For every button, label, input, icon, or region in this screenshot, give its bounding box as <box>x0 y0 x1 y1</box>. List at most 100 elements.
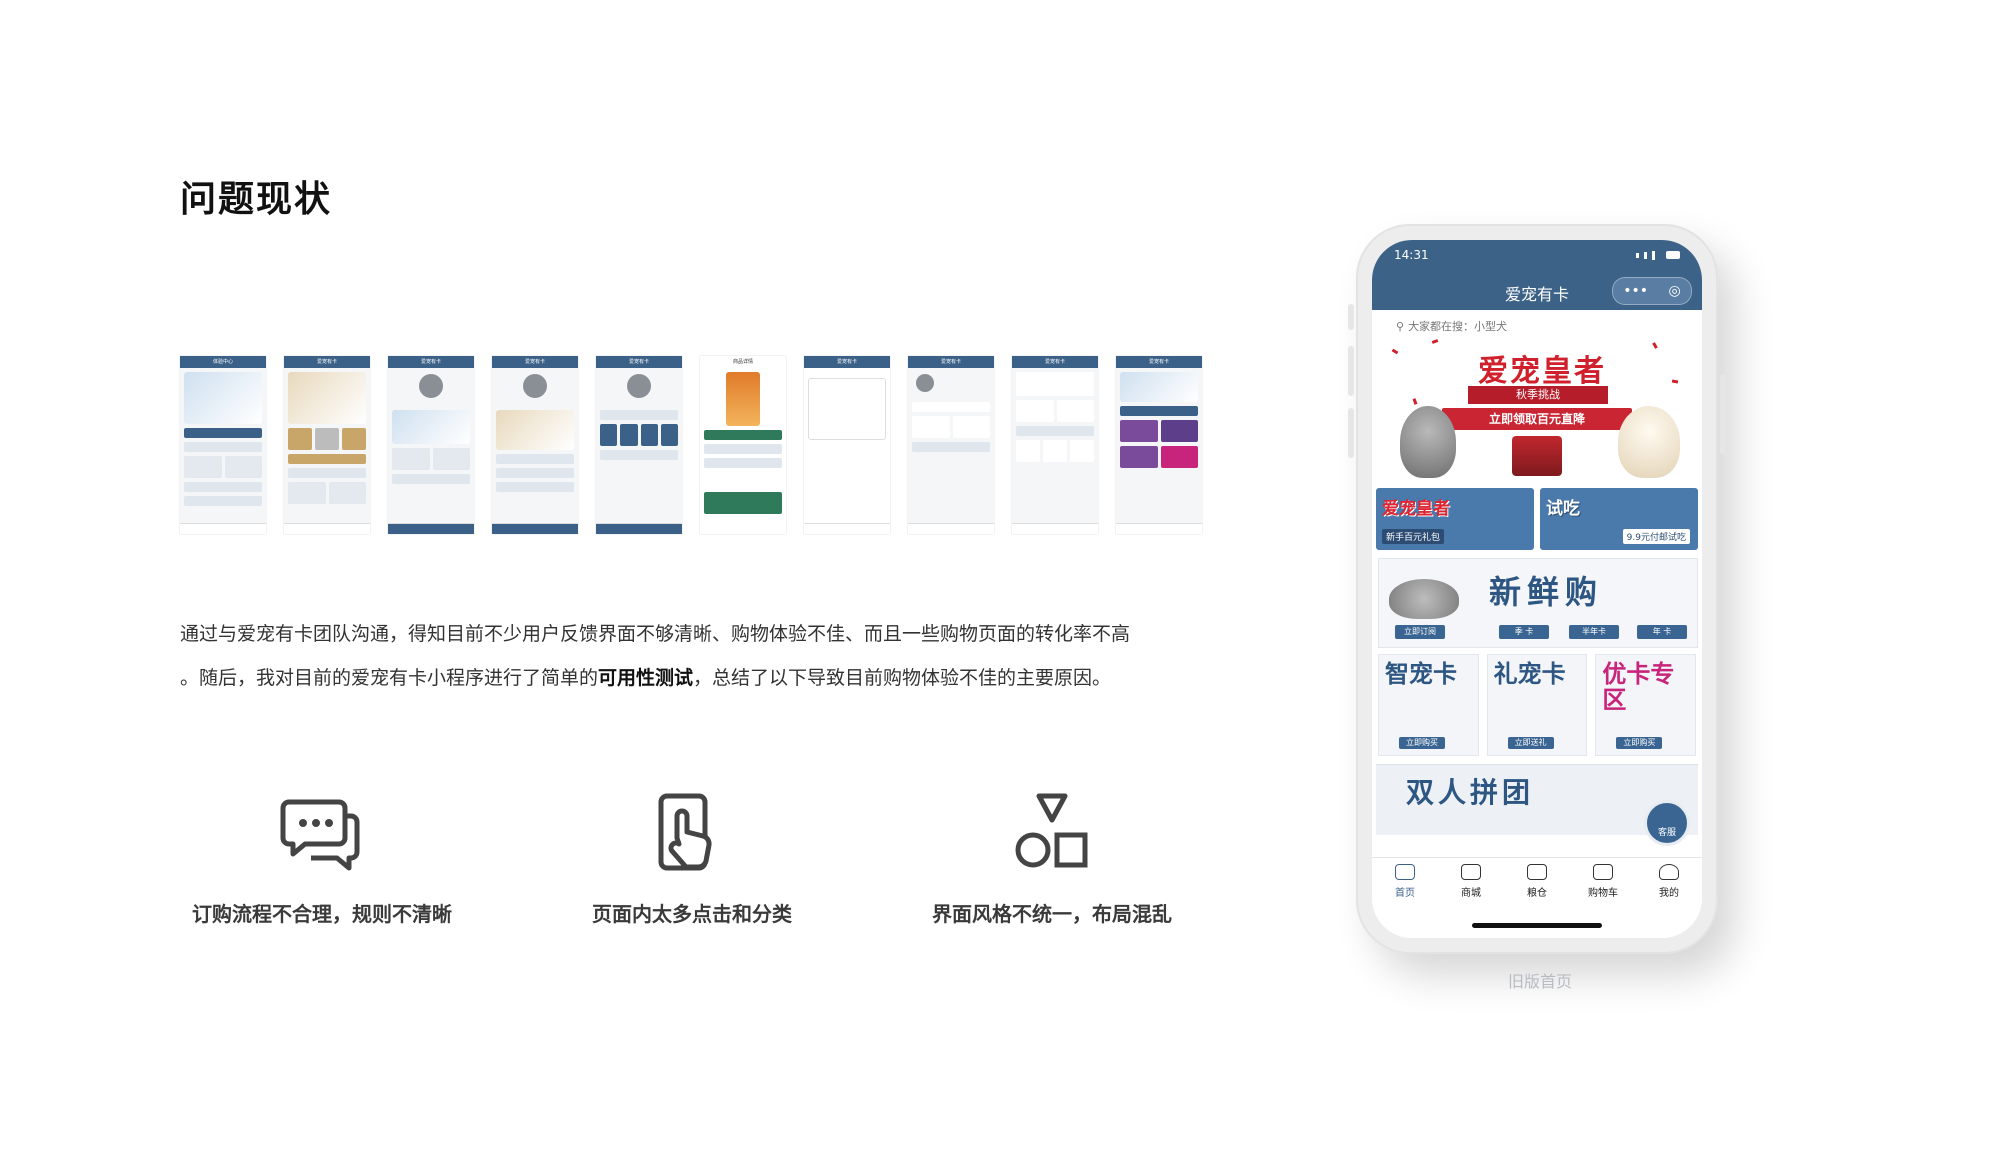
tab-label: 我的 <box>1659 888 1679 899</box>
thumbnail-title: 爱宠有卡 <box>940 359 961 365</box>
service-label: 客服 <box>1657 828 1676 838</box>
issue-label: 界面风格不统一，布局混乱 <box>932 902 1172 926</box>
cat-image <box>1389 579 1459 619</box>
thumbnail-title: 爱宠有卡 <box>1148 359 1169 365</box>
promo-tag: 9.9元付邮试吃 <box>1622 529 1690 544</box>
card-title: 礼宠卡 <box>1493 659 1566 688</box>
nav-bar: 爱宠有卡 ••• ◎ <box>1372 270 1702 310</box>
issue-ordering: 订购流程不合理，规则不清晰 <box>162 788 482 927</box>
app-screen: 14:31 爱宠有卡 ••• ◎ ⚲ 大家都在搜：小型犬 爱宠皇者 秋季挑战 立… <box>1372 240 1702 938</box>
description-suffix: ，总结了以下导致目前购物体验不佳的主要原因。 <box>693 667 1112 689</box>
problem-description: 通过与爱宠有卡团队沟通，得知目前不少用户反馈界面不够清晰、购物体验不佳、而且一些… <box>180 612 1210 700</box>
thumbnail: 爱宠有卡 <box>388 356 474 534</box>
tap-hand-icon <box>658 793 712 871</box>
home-icon <box>1395 864 1415 880</box>
description-prefix: 。随后，我对目前的爱宠有卡小程序进行了简单的 <box>180 667 599 689</box>
card-row: 智宠卡 立即购买 礼宠卡 立即送礼 优卡专区 立即购买 <box>1378 654 1697 756</box>
tab-label: 购物车 <box>1588 888 1618 899</box>
thumbnail: 商品详情 <box>700 356 786 534</box>
tab-cart[interactable]: 购物车 <box>1578 864 1628 899</box>
cat-image <box>1400 406 1456 478</box>
close-icon[interactable]: ◎ <box>1669 283 1681 299</box>
user-icon <box>1659 864 1679 880</box>
cart-icon <box>1593 864 1613 880</box>
card-title: 优卡专区 <box>1602 659 1675 714</box>
thumbnail: 爱宠有卡 <box>1012 356 1098 534</box>
promo-tag: 新手百元礼包 <box>1382 529 1445 544</box>
thumbnail: 爱宠有卡 <box>1116 356 1202 534</box>
thumbnail: 爱宠有卡 <box>804 356 890 534</box>
card-gift[interactable]: 礼宠卡 立即送礼 <box>1486 654 1588 756</box>
fresh-button[interactable]: 立即订阅 <box>1395 625 1445 639</box>
promo-row: 爱宠皇者 新手百元礼包 试吃 9.9元付邮试吃 <box>1376 488 1698 550</box>
card-smart-pet[interactable]: 智宠卡 立即购买 <box>1378 654 1479 756</box>
thumbnail: 爱宠有卡 <box>596 356 682 534</box>
banner-cta-button[interactable]: 立即领取百元直降 <box>1442 408 1632 430</box>
customer-service-button[interactable]: 客服 <box>1644 800 1690 846</box>
status-time: 14:31 <box>1394 248 1429 262</box>
thumbnail: 爱宠有卡 <box>908 356 994 534</box>
status-bar: 14:31 <box>1372 240 1702 270</box>
fresh-button[interactable]: 季 卡 <box>1499 625 1549 639</box>
issue-style: 界面风格不统一，布局混乱 <box>892 788 1212 927</box>
issue-label: 页面内太多点击和分类 <box>592 902 792 926</box>
phone-mockup: 14:31 爱宠有卡 ••• ◎ ⚲ 大家都在搜：小型犬 爱宠皇者 秋季挑战 立… <box>1348 224 1726 954</box>
thumbnail: 爱宠有卡 <box>492 356 578 534</box>
store-icon <box>1461 864 1481 880</box>
tab-profile[interactable]: 我的 <box>1644 864 1694 899</box>
card-button[interactable]: 立即送礼 <box>1507 737 1554 749</box>
chat-bubbles-icon <box>280 799 360 871</box>
card-premium[interactable]: 优卡专区 立即购买 <box>1595 654 1697 756</box>
search-bar[interactable]: ⚲ 大家都在搜：小型犬 <box>1396 318 1676 334</box>
promo-title: 爱宠皇者 <box>1382 499 1450 519</box>
thumbnail-title: 体验中心 <box>212 359 233 365</box>
group-title: 双人拼团 <box>1406 776 1535 809</box>
thumbnail-title: 爱宠有卡 <box>524 359 545 365</box>
description-highlight: 可用性测试 <box>598 667 694 689</box>
search-icon: ⚲ <box>1396 319 1405 333</box>
description-line-2: 。随后，我对目前的爱宠有卡小程序进行了简单的可用性测试，总结了以下导致目前购物体… <box>180 656 1210 700</box>
tab-home[interactable]: 首页 <box>1380 864 1430 899</box>
granary-icon <box>1527 864 1547 880</box>
screenshot-thumbnails: 体验中心 爱宠有卡 爱宠有卡 爱宠有卡 爱宠有卡 商品详情 爱宠有卡 爱宠有卡 … <box>180 356 1202 534</box>
fresh-title: 新鲜购 <box>1489 573 1604 611</box>
tab-label: 商城 <box>1461 888 1481 899</box>
thumbnail: 体验中心 <box>180 356 266 534</box>
issue-clicks: 页面内太多点击和分类 <box>532 788 852 927</box>
tab-label: 首页 <box>1395 888 1415 899</box>
promo-title: 试吃 <box>1546 499 1580 519</box>
card-button[interactable]: 立即购买 <box>1399 737 1445 749</box>
tab-bar: 首页 商城 粮仓 购物车 我的 <box>1372 857 1702 938</box>
card-button[interactable]: 立即购买 <box>1616 737 1663 749</box>
search-placeholder: 大家都在搜：小型犬 <box>1408 320 1508 333</box>
issue-label: 订购流程不合理，规则不清晰 <box>192 902 452 926</box>
thumbnail: 爱宠有卡 <box>284 356 370 534</box>
home-indicator <box>1472 923 1602 928</box>
fresh-button[interactable]: 半年卡 <box>1569 625 1619 639</box>
page-title: 问题现状 <box>180 179 333 220</box>
tab-label: 粮仓 <box>1527 888 1547 899</box>
promo-trial[interactable]: 试吃 9.9元付邮试吃 <box>1540 488 1698 550</box>
fresh-buy-section: 新鲜购 立即订阅 季 卡 半年卡 年 卡 <box>1378 558 1698 648</box>
more-icon[interactable]: ••• <box>1623 283 1648 299</box>
banner-subtitle: 秋季挑战 <box>1468 386 1608 404</box>
thumbnail-title: 商品详情 <box>732 359 753 365</box>
shapes-icon <box>1015 793 1088 868</box>
tab-granary[interactable]: 粮仓 <box>1512 864 1562 899</box>
mini-program-capsule[interactable]: ••• ◎ <box>1612 277 1692 305</box>
card-title: 智宠卡 <box>1385 659 1457 688</box>
thumbnail-title: 爱宠有卡 <box>836 359 857 365</box>
banner-title: 爱宠皇者 <box>1478 354 1606 389</box>
signal-icons <box>1636 250 1680 260</box>
promo-new-user[interactable]: 爱宠皇者 新手百元礼包 <box>1376 488 1534 550</box>
hero-banner[interactable]: ⚲ 大家都在搜：小型犬 爱宠皇者 秋季挑战 立即领取百元直降 <box>1372 310 1702 482</box>
tab-mall[interactable]: 商城 <box>1446 864 1496 899</box>
product-image <box>1512 436 1562 476</box>
description-line-1: 通过与爱宠有卡团队沟通，得知目前不少用户反馈界面不够清晰、购物体验不佳、而且一些… <box>180 623 1131 645</box>
thumbnail-title: 爱宠有卡 <box>628 359 649 365</box>
thumbnail-title: 爱宠有卡 <box>316 359 337 365</box>
fresh-button[interactable]: 年 卡 <box>1637 625 1687 639</box>
dog-image <box>1618 406 1680 478</box>
thumbnail-title: 爱宠有卡 <box>420 359 441 365</box>
thumbnail-title: 爱宠有卡 <box>1044 359 1065 365</box>
